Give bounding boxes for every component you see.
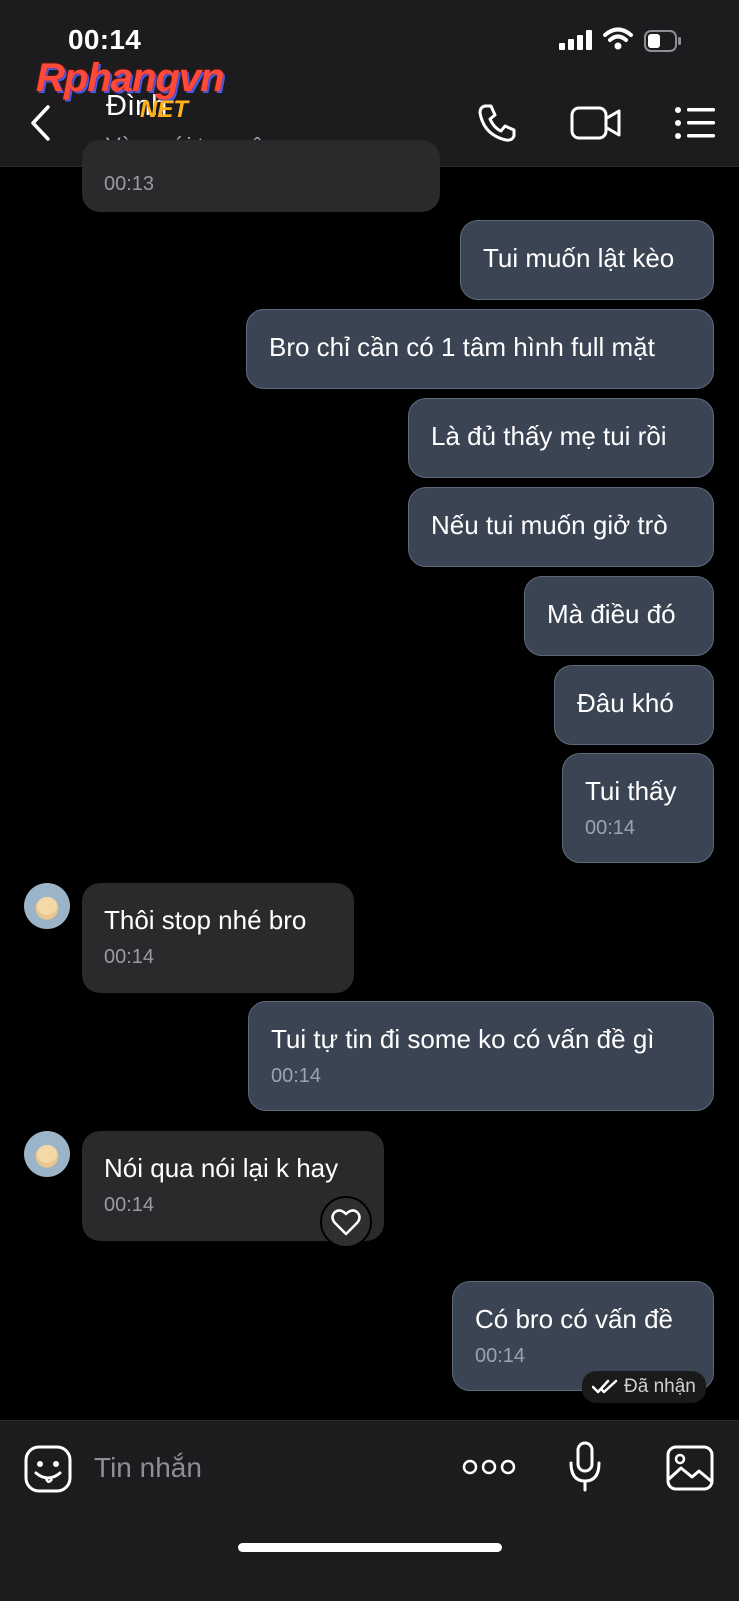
message-text: Tui tự tin đi some ko có vấn đề gì xyxy=(271,1024,655,1054)
receipt-label: Đã nhận xyxy=(624,1376,696,1397)
message-text: Là đủ thấy mẹ tui rồi xyxy=(431,421,667,451)
wifi-icon xyxy=(603,27,633,50)
back-icon[interactable] xyxy=(28,104,54,142)
home-indicator[interactable] xyxy=(238,1543,502,1552)
message-bubble-incoming[interactable]: 00:13 xyxy=(82,140,440,212)
message-time: 00:14 xyxy=(475,1345,526,1367)
video-icon[interactable] xyxy=(570,104,622,142)
message-text: Nói qua nói lại k hay xyxy=(104,1153,339,1183)
message-text: Đâu khó xyxy=(577,688,674,718)
sticker-icon[interactable] xyxy=(24,1445,72,1493)
watermark-suffix: NET xyxy=(140,96,188,123)
read-receipt: Đã nhận xyxy=(582,1371,706,1403)
message-bubble-outgoing[interactable]: Nếu tui muốn giở trò xyxy=(408,487,714,567)
message-text: Thôi stop nhé bro xyxy=(104,905,307,935)
status-time: 00:14 xyxy=(68,24,142,55)
message-text: Bro chỉ cần có 1 tâm hình full mặt xyxy=(269,332,655,362)
cellular-signal-icon xyxy=(559,30,592,50)
message-text: Tui thấy xyxy=(585,776,677,806)
react-heart-button[interactable] xyxy=(320,1196,372,1248)
message-text: Nếu tui muốn giở trò xyxy=(431,510,668,540)
phone-icon[interactable] xyxy=(476,102,518,144)
double-check-icon xyxy=(592,1379,618,1394)
message-bubble-outgoing[interactable]: Bro chỉ cần có 1 tâm hình full mặt xyxy=(246,309,714,389)
message-bubble-outgoing[interactable]: Tui tự tin đi some ko có vấn đề gì 00:14 xyxy=(248,1001,714,1111)
message-bubble-incoming[interactable]: Thôi stop nhé bro 00:14 xyxy=(82,883,354,993)
message-bubble-outgoing[interactable]: Mà điều đó xyxy=(524,576,714,656)
image-icon[interactable] xyxy=(666,1445,714,1491)
heart-icon xyxy=(331,1209,361,1236)
avatar[interactable] xyxy=(24,883,70,929)
message-bubble-outgoing[interactable]: Tui muốn lật kèo xyxy=(460,220,714,300)
more-icon[interactable] xyxy=(462,1457,516,1477)
message-text: Có bro có vấn đề xyxy=(475,1304,674,1334)
message-time: 00:13 xyxy=(104,173,155,195)
message-text: Tui muốn lật kèo xyxy=(483,243,675,273)
message-bubble-outgoing[interactable]: Tui thấy 00:14 xyxy=(562,753,714,863)
message-bubble-outgoing[interactable]: Là đủ thấy mẹ tui rồi xyxy=(408,398,714,478)
message-time: 00:14 xyxy=(585,817,636,839)
message-time: 00:14 xyxy=(271,1065,322,1087)
message-bubble-outgoing[interactable]: Đâu khó xyxy=(554,665,714,745)
message-input[interactable] xyxy=(92,1445,426,1491)
message-text: Mà điều đó xyxy=(547,599,676,629)
watermark-logo: Rphangvn xyxy=(36,56,225,100)
message-time: 00:14 xyxy=(104,946,155,968)
avatar[interactable] xyxy=(24,1131,70,1177)
microphone-icon[interactable] xyxy=(568,1441,602,1493)
battery-icon xyxy=(644,30,681,52)
menu-icon[interactable] xyxy=(674,106,716,140)
message-composer xyxy=(0,1420,739,1601)
